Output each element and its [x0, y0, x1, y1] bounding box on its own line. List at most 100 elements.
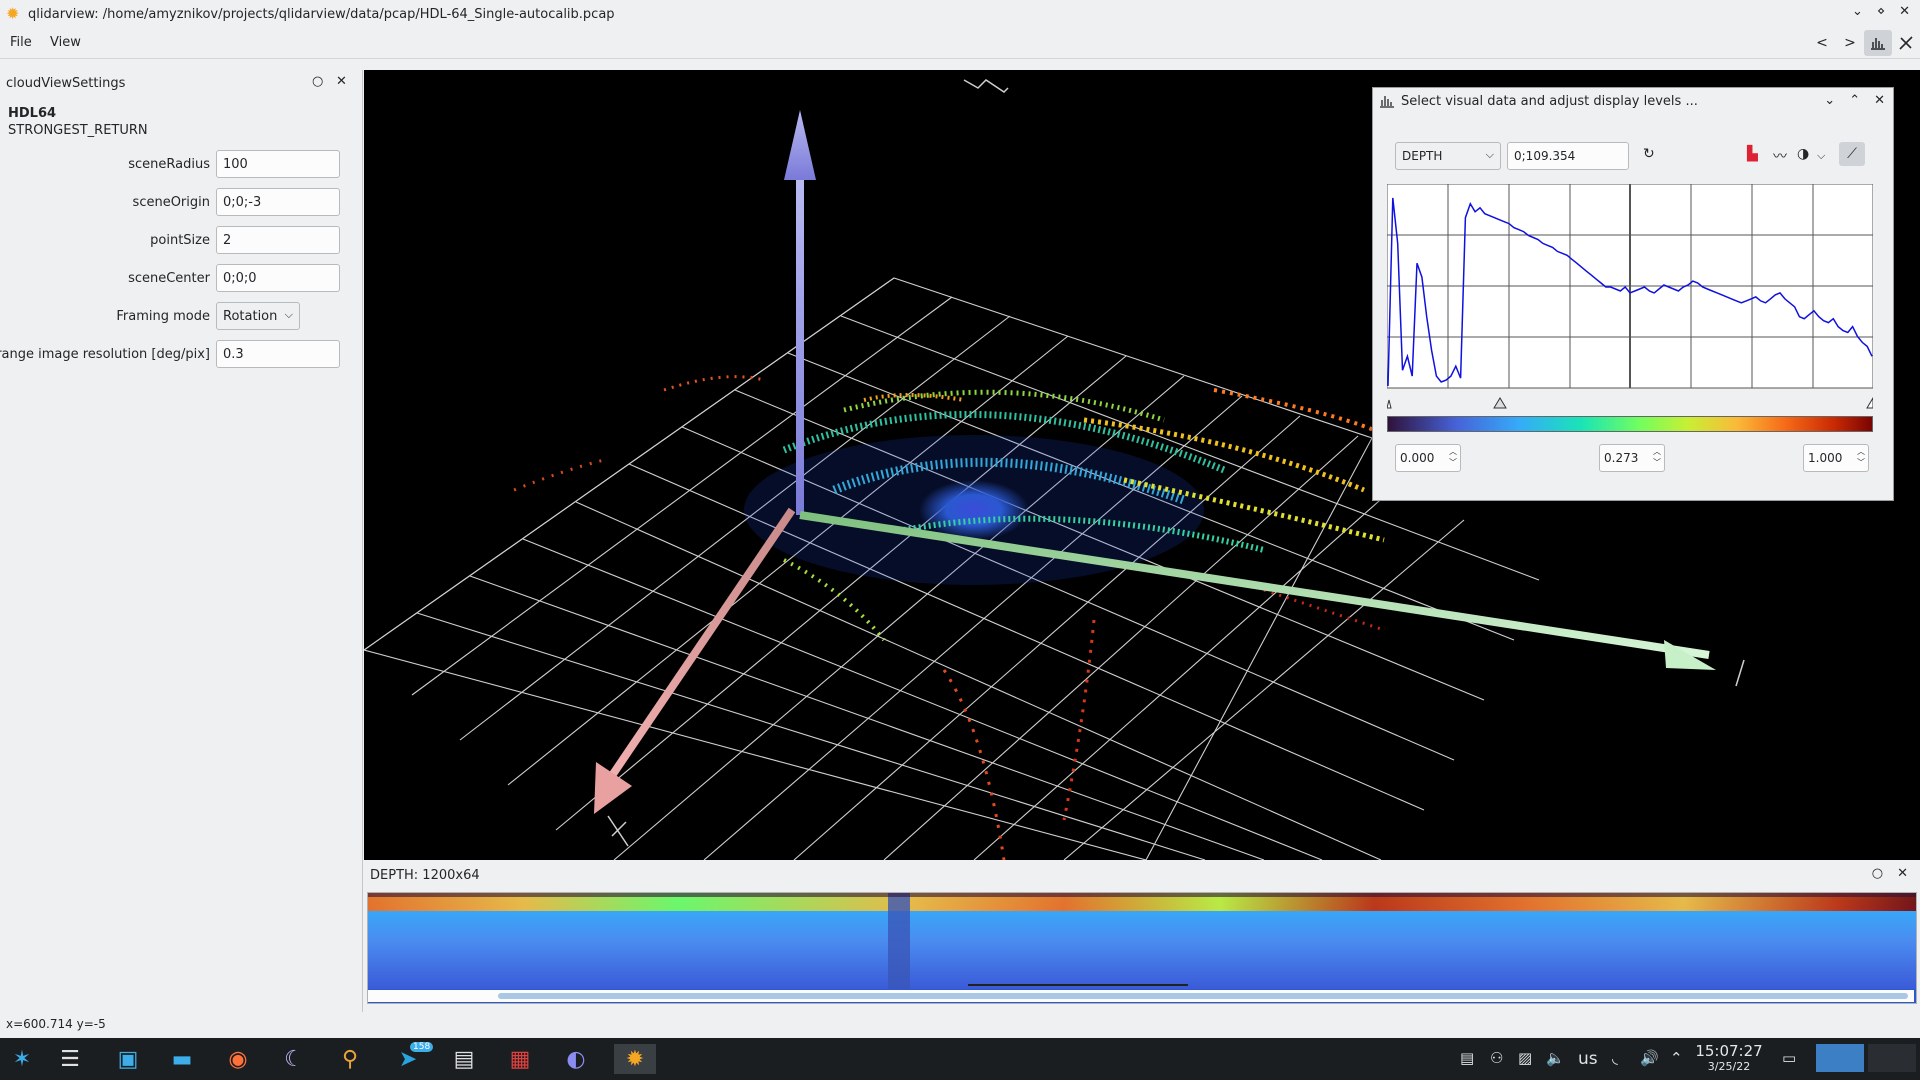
discover-store-icon[interactable]: ▣ [112, 1044, 144, 1074]
pager-desktop-1[interactable] [1816, 1044, 1864, 1072]
reset-icon[interactable]: ↻ [1643, 146, 1655, 162]
float-dock-icon[interactable]: ○ [312, 74, 323, 89]
scene-origin-label: sceneOrigin [132, 195, 210, 210]
depth-image [368, 893, 1916, 989]
system-settings-icon[interactable]: ☰ [54, 1044, 86, 1074]
range-dock-buttons: ○ ✕ [1872, 866, 1908, 881]
scene-radius-input[interactable]: 100 [216, 150, 340, 178]
levels-dialog-buttons: ⌄ ⌃ ✕ [1824, 93, 1885, 108]
notes-icon[interactable]: ▤ [1460, 1049, 1474, 1067]
qlidarview-task-icon[interactable]: ✹ [614, 1044, 656, 1074]
file-manager-icon[interactable]: ▬ [166, 1044, 198, 1074]
colormap-icon[interactable]: ▙ [1747, 146, 1758, 162]
microscope-icon[interactable]: ⚲ [334, 1044, 366, 1074]
contrast-icon[interactable]: ◑ [1797, 146, 1809, 162]
min-level-handle[interactable] [1387, 399, 1392, 409]
point-size-input[interactable]: 2 [216, 226, 340, 254]
settings-panel-title: cloudViewSettings [6, 75, 126, 91]
keyboard-layout[interactable]: us [1578, 1049, 1598, 1069]
close-dock-icon[interactable]: ✕ [336, 74, 347, 89]
window-titlebar: ✹ qlidarview: /home/amyznikov/projects/q… [0, 0, 1920, 28]
range-image-scrollbar[interactable] [368, 990, 1914, 1002]
range-image-panel: DEPTH: 1200x64 ○ ✕ [364, 860, 1920, 1012]
menu-file[interactable]: File [10, 35, 32, 50]
colormap-bar [1387, 416, 1873, 432]
close-icon[interactable]: ✕ [1874, 93, 1885, 108]
close-dock-icon[interactable]: ✕ [1897, 866, 1908, 881]
range-image-view[interactable] [367, 892, 1917, 1004]
scene-center-input[interactable]: 0;0;0 [216, 264, 340, 292]
volume-icon[interactable]: 🔊 [1640, 1049, 1659, 1067]
range-input[interactable]: 0;109.354 [1507, 142, 1629, 170]
stellarium-icon[interactable]: ☾ [278, 1044, 310, 1074]
next-frame-button[interactable]: > [1836, 30, 1864, 56]
pager-desktop-2[interactable] [1868, 1044, 1916, 1072]
display-levels-dialog: Select visual data and adjust display le… [1372, 87, 1894, 501]
cloud-view-settings-panel: cloudViewSettings ○ ✕ HDL64 STRONGEST_RE… [0, 70, 363, 1012]
taskbar: ✶ ☰ ▣ ▬ ◉ ☾ ⚲ ➤ 158 ▤ ▦ ◐ ✹ ▤ ⚇ ▨ 🔈 us ◟… [0, 1038, 1920, 1080]
clock-date: 3/25/22 [1707, 1060, 1751, 1073]
range-resolution-input[interactable]: 0.3 [216, 340, 340, 368]
collapse-icon[interactable]: ⌄ [1824, 93, 1835, 108]
log-scale-icon[interactable]: ⟋ [1839, 142, 1865, 166]
toolbar: < > [1808, 30, 1920, 56]
eclipse-icon[interactable]: ◐ [560, 1044, 592, 1074]
spin-arrows-icon[interactable]: ︿ ﹀ [1653, 446, 1661, 468]
framing-mode-select[interactable]: Rotation ⌵ [216, 302, 300, 330]
spin-arrows-icon[interactable]: ︿ ﹀ [1857, 446, 1865, 468]
expand-icon[interactable]: ⌃ [1849, 93, 1860, 108]
spin-arrows-icon[interactable]: ︿ ﹀ [1449, 446, 1457, 468]
data-type-value: DEPTH [1402, 149, 1443, 163]
window-title: qlidarview: /home/amyznikov/projects/qli… [28, 6, 615, 22]
app-launcher-icon[interactable]: ✶ [6, 1044, 38, 1074]
minimize-button[interactable]: ⌄ [1852, 4, 1863, 19]
tray-expand-icon[interactable]: ⌃ [1670, 1049, 1683, 1067]
histogram-plot [1387, 184, 1873, 389]
scene-origin-input[interactable]: 0;0;-3 [216, 188, 340, 216]
scrollbar-thumb[interactable] [498, 993, 1908, 999]
telegram-badge: 158 [410, 1042, 434, 1052]
point-cloud [513, 375, 1385, 860]
field-row-scene-radius: sceneRadius 100 [0, 150, 362, 180]
tools-icon[interactable] [1892, 30, 1920, 56]
close-window-button[interactable]: ✕ [1899, 4, 1910, 19]
mid-level-handle[interactable] [1493, 397, 1507, 409]
chevron-down-icon: ⌵ [284, 308, 293, 321]
min-level-spinbox[interactable]: 0.000 ︿ ﹀ [1395, 444, 1461, 472]
field-row-point-size: pointSize 2 [0, 226, 362, 256]
curve-icon[interactable]: 〰 [1773, 146, 1787, 166]
maximize-button[interactable]: ⋄ [1877, 4, 1885, 19]
chevron-down-icon: ⌵ [1485, 148, 1494, 161]
data-type-select[interactable]: DEPTH ⌵ [1395, 142, 1501, 170]
clock-time: 15:07:27 [1695, 1042, 1763, 1060]
clock[interactable]: 15:07:27 3/25/22 [1694, 1042, 1764, 1073]
range-image-title: DEPTH: 1200x64 [370, 868, 480, 883]
histogram-icon [1380, 96, 1394, 108]
audio-icon[interactable]: 🔈 [1546, 1049, 1565, 1067]
network-icon[interactable]: ◟ [1612, 1049, 1618, 1067]
firefox-icon[interactable]: ◉ [222, 1044, 254, 1074]
range-resolution-label: range image resolution [deg/pix] [0, 347, 210, 362]
user-icon[interactable]: ⚇ [1490, 1049, 1503, 1067]
max-level-spinbox[interactable]: 1.000 ︿ ﹀ [1803, 444, 1869, 472]
text-editor-icon[interactable]: ▤ [448, 1044, 480, 1074]
prev-frame-button[interactable]: < [1808, 30, 1836, 56]
float-dock-icon[interactable]: ○ [1872, 866, 1883, 881]
histogram-icon[interactable] [1864, 30, 1892, 56]
scene-center-label: sceneCenter [128, 271, 210, 286]
chevron-down-icon[interactable]: ⌵ [1817, 149, 1825, 163]
mid-level-spinbox[interactable]: 0.273 ︿ ﹀ [1599, 444, 1665, 472]
field-row-scene-center: sceneCenter 0;0;0 [0, 264, 362, 294]
presentation-icon[interactable]: ▦ [504, 1044, 536, 1074]
window-buttons: ⌄ ⋄ ✕ [1852, 4, 1910, 19]
cursor-coordinates: x=600.714 y=-5 [6, 1017, 106, 1031]
framing-mode-label: Framing mode [116, 309, 210, 324]
point-size-label: pointSize [150, 233, 210, 248]
clipboard-icon[interactable]: ▨ [1518, 1049, 1532, 1067]
status-bar: x=600.714 y=-5 [0, 1012, 1920, 1038]
show-desktop-icon[interactable]: ▭ [1782, 1049, 1796, 1067]
levels-dialog-title: Select visual data and adjust display le… [1401, 94, 1698, 109]
menu-view[interactable]: View [50, 35, 81, 50]
return-mode: STRONGEST_RETURN [8, 123, 148, 138]
max-level-handle[interactable] [1866, 397, 1873, 409]
